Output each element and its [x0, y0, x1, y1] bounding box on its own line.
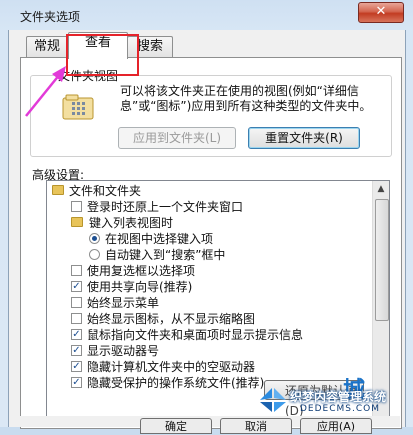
checkbox-always-show-icons[interactable]: [71, 313, 82, 324]
watermark-logo-icon: [260, 388, 286, 412]
radio-select-typed-item[interactable]: [89, 233, 100, 244]
folder-options-window: 文件夹选项 ✕ 常规 查看 搜索 文件夹视图 可以将该文件夹正在使用的视图(例如…: [0, 0, 413, 434]
watermark-domain: DEDECMS.COM: [300, 404, 380, 414]
cancel-button[interactable]: 取消: [220, 418, 292, 434]
checkbox-sharing-wizard[interactable]: ✓: [71, 281, 82, 292]
scroll-thumb[interactable]: [375, 199, 389, 321]
folder-icon: [71, 217, 83, 227]
tab-search[interactable]: 搜索: [127, 36, 173, 57]
close-button[interactable]: ✕: [358, 2, 404, 23]
watermark-brand: 织梦内容管理系统: [290, 390, 387, 404]
checkbox-restore-windows[interactable]: [71, 201, 82, 212]
checkbox-show-drive-letters[interactable]: ✓: [71, 345, 82, 356]
radio-type-into-search[interactable]: [89, 249, 100, 260]
apply-to-folders-button[interactable]: 应用到文件夹(L): [118, 127, 236, 149]
checkbox-always-show-menus[interactable]: [71, 297, 82, 308]
scroll-up-icon[interactable]: ▲: [373, 181, 389, 197]
folder-icon: [52, 185, 64, 195]
vertical-scrollbar[interactable]: ▲: [372, 181, 389, 423]
checkbox-hide-system-files[interactable]: ✓: [71, 377, 82, 388]
checkbox-hide-empty-drives[interactable]: ✓: [71, 361, 82, 372]
checkbox-show-popup-info[interactable]: ✓: [71, 329, 82, 340]
window-title: 文件夹选项: [20, 10, 81, 24]
tab-view[interactable]: 查看: [68, 32, 128, 59]
apply-button[interactable]: 应用(A): [300, 418, 372, 434]
tab-general[interactable]: 常规: [26, 36, 68, 57]
title-bar[interactable]: 文件夹选项 ✕: [0, 0, 413, 28]
reset-folders-button[interactable]: 重置文件夹(R): [248, 127, 360, 149]
ok-button[interactable]: 确定: [140, 418, 212, 434]
checkbox-use-checkboxes[interactable]: [71, 265, 82, 276]
folder-views-description: 可以将该文件夹正在使用的视图(例如“详细信息”或“图标”)应用到所有这种类型的文…: [120, 84, 372, 113]
pointer-arrow-icon: [25, 66, 66, 117]
